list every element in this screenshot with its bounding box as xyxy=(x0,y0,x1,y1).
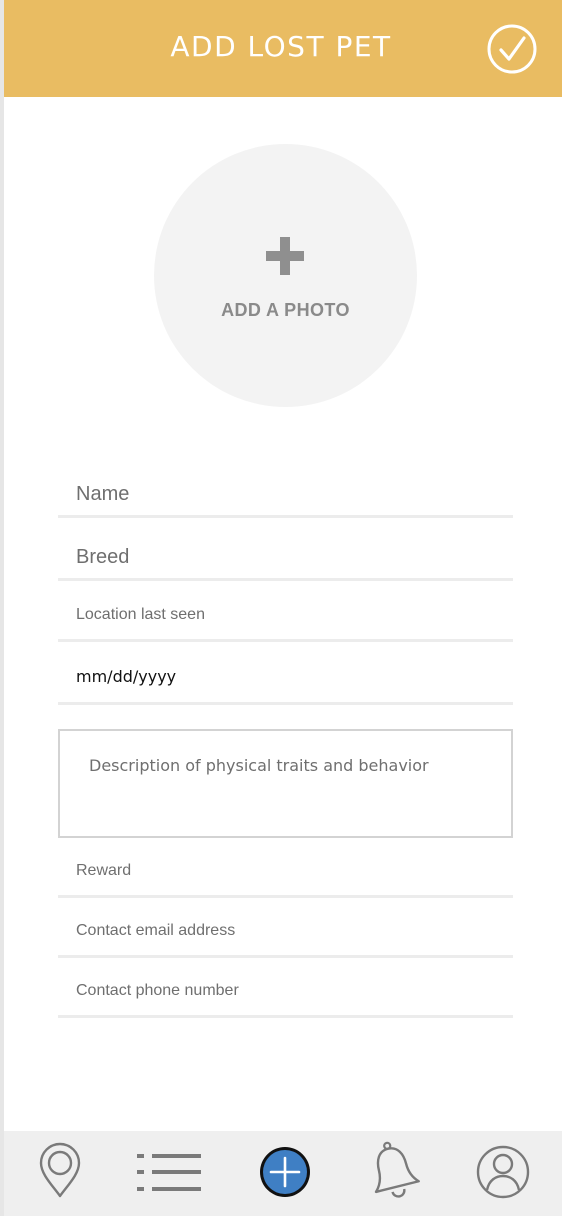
tab-profile[interactable] xyxy=(474,1131,534,1216)
email-placeholder: Contact email address xyxy=(76,922,236,939)
add-photo-button[interactable]: ADD A PHOTO xyxy=(154,144,417,407)
reward-field[interactable]: Reward xyxy=(58,852,513,898)
name-field[interactable]: Name xyxy=(58,470,513,518)
page-title: ADD LOST PET xyxy=(170,30,392,63)
user-icon xyxy=(476,1145,530,1199)
breed-placeholder: Breed xyxy=(76,546,130,568)
date-placeholder: mm/dd/yyyy xyxy=(76,667,177,686)
location-placeholder: Location last seen xyxy=(76,606,205,623)
add-photo-label: ADD A PHOTO xyxy=(221,300,350,320)
location-field[interactable]: Location last seen xyxy=(58,596,513,642)
bell-icon xyxy=(374,1141,420,1198)
tab-map[interactable] xyxy=(30,1131,90,1216)
add-circle-icon xyxy=(260,1147,310,1197)
reward-placeholder: Reward xyxy=(76,862,132,879)
plus-icon xyxy=(266,237,304,275)
date-field[interactable]: mm/dd/yyyy xyxy=(58,656,513,705)
description-textarea[interactable]: Description of physical traits and behav… xyxy=(58,729,513,838)
tab-notifications[interactable] xyxy=(364,1131,424,1216)
phone-placeholder: Contact phone number xyxy=(76,982,239,999)
list-icon xyxy=(137,1154,201,1191)
name-placeholder: Name xyxy=(76,483,130,505)
confirm-button[interactable] xyxy=(486,23,538,75)
tab-list[interactable] xyxy=(134,1131,206,1216)
breed-field[interactable]: Breed xyxy=(58,533,513,581)
phone-field[interactable]: Contact phone number xyxy=(58,972,513,1018)
description-placeholder: Description of physical traits and behav… xyxy=(89,756,429,775)
check-circle-icon xyxy=(487,24,537,74)
email-field[interactable]: Contact email address xyxy=(58,912,513,958)
map-pin-icon xyxy=(39,1142,81,1198)
tab-add[interactable] xyxy=(255,1131,315,1216)
